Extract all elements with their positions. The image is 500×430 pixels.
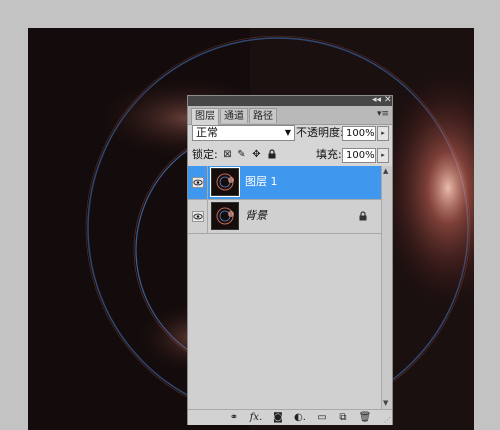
lock-transparent-pixels-icon[interactable]: ⊠	[222, 149, 233, 160]
lock-position-icon[interactable]: ✥	[251, 149, 262, 160]
close-icon[interactable]: ✕	[384, 95, 392, 105]
scroll-up-icon[interactable]: ▲	[383, 167, 388, 175]
opacity-input[interactable]: 100%	[342, 126, 376, 141]
panel-menu-icon[interactable]: ▾≡	[377, 109, 389, 119]
layers-list: 图层 1 背景	[188, 166, 381, 409]
divider	[207, 200, 208, 234]
link-layers-icon[interactable]: ⚭	[226, 411, 242, 424]
layers-panel: ◂◂ ✕ 图层 通道 路径 ▾≡ 正常 ▼ 不透明度: 100% ▸ 锁定: ⊠…	[187, 95, 393, 425]
tab-channels[interactable]: 通道	[220, 108, 248, 123]
layer-thumbnail	[210, 167, 240, 197]
fill-label: 填充:	[316, 148, 342, 161]
layer-row-1[interactable]: 图层 1	[188, 166, 381, 200]
tab-paths[interactable]: 路径	[249, 108, 277, 123]
collapse-icon[interactable]: ◂◂	[372, 95, 381, 105]
add-mask-icon[interactable]: ◙	[271, 411, 285, 424]
lock-label: 锁定:	[192, 148, 218, 161]
divider	[207, 166, 208, 200]
new-group-icon[interactable]: ▭	[315, 411, 329, 424]
delete-layer-icon[interactable]: 🗑	[358, 411, 372, 424]
lock-all-icon[interactable]	[266, 149, 277, 160]
new-adjustment-layer-icon[interactable]: ◐.	[292, 411, 308, 424]
resize-grip-icon[interactable]: ⋰	[384, 416, 391, 424]
layer-thumbnail	[211, 202, 239, 230]
tab-layers[interactable]: 图层	[191, 108, 219, 125]
layer-row-background[interactable]: 背景	[188, 200, 381, 234]
visibility-eye-icon[interactable]	[192, 211, 204, 222]
opacity-label: 不透明度:	[296, 126, 344, 139]
new-layer-icon[interactable]: ⧉	[336, 411, 350, 424]
panel-titlebar[interactable]: ◂◂ ✕	[188, 95, 392, 106]
chevron-down-icon: ▼	[284, 128, 291, 137]
panel-bottom-toolbar: ⚭ fx. ◙ ◐. ▭ ⧉ 🗑 ⋰	[188, 409, 392, 425]
layers-scrollbar[interactable]: ▲ ▼	[381, 166, 392, 409]
lock-image-pixels-icon[interactable]: ✎	[236, 149, 247, 160]
add-layer-style-icon[interactable]: fx.	[248, 411, 264, 424]
visibility-eye-icon[interactable]	[192, 177, 204, 188]
fill-input[interactable]: 100%	[342, 148, 376, 163]
layer-name[interactable]: 背景	[245, 209, 267, 223]
blend-mode-value: 正常	[196, 126, 218, 139]
blend-mode-select[interactable]: 正常 ▼	[192, 125, 295, 141]
panel-tabs: 图层 通道 路径 ▾≡	[188, 106, 392, 125]
scroll-down-icon[interactable]: ▼	[383, 399, 388, 407]
lock-icon	[359, 211, 367, 221]
fill-flyout-button[interactable]: ▸	[377, 148, 389, 163]
layer-name[interactable]: 图层 1	[245, 175, 278, 189]
opacity-flyout-button[interactable]: ▸	[377, 126, 389, 141]
